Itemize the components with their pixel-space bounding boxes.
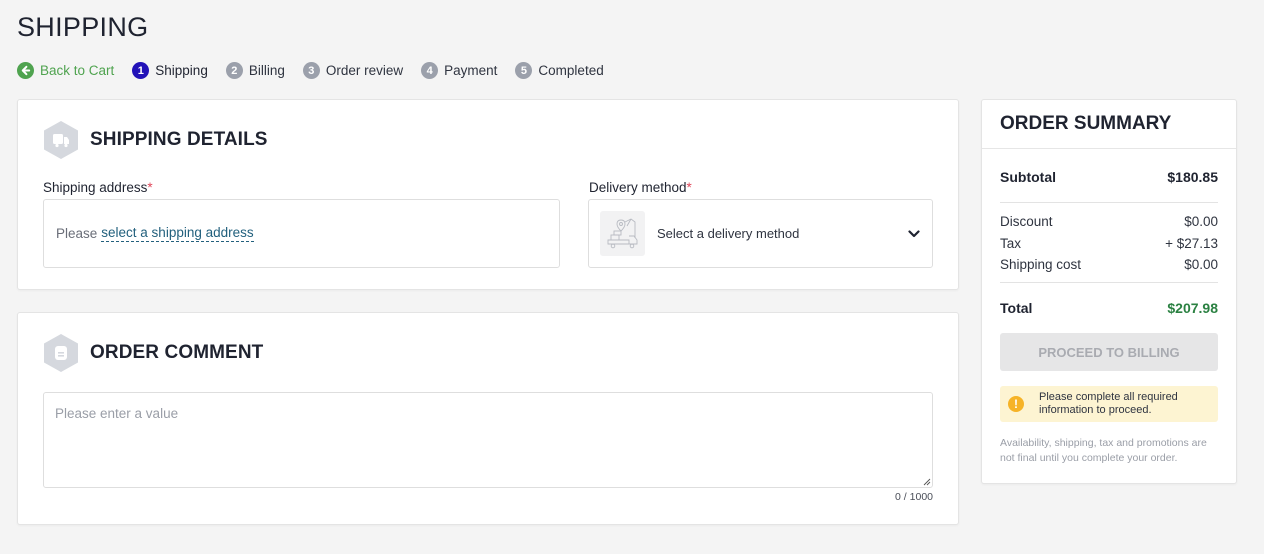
order-summary-card: ORDER SUMMARY Subtotal $180.85 Discount … [981,99,1237,484]
step-label: Back to Cart [40,63,115,78]
chevron-down-icon [908,229,920,238]
delivery-method-select[interactable]: Select a delivery method [588,199,933,268]
step-label: Payment [444,63,498,78]
shipping-cost-label: Shipping cost [1000,257,1082,272]
discount-value: $0.00 [1184,214,1218,229]
select-shipping-address-link[interactable]: select a shipping address [101,225,254,242]
step-completed[interactable]: 5 Completed [515,62,604,79]
tax-row: Tax + $27.13 [1000,236,1218,251]
required-mark: * [147,180,153,195]
step-number: 1 [132,62,150,79]
total-label: Total [1000,300,1033,316]
step-label: Shipping [155,63,208,78]
step-billing[interactable]: 2 Billing [225,62,285,79]
shipping-address-label-text: Shipping address [43,180,148,195]
subtotal-row: Subtotal $180.85 [1000,169,1218,185]
arrow-left-icon [17,62,34,79]
document-icon [44,334,78,372]
shipping-address-field: Please select a shipping address [43,199,560,268]
page-title: SHIPPING [17,12,149,42]
divider [1000,282,1218,283]
shipping-cost-row: Shipping cost $0.00 [1000,257,1218,272]
delivery-map-icon [600,211,645,256]
comment-placeholder: Please enter a value [55,406,179,421]
delivery-method-label-text: Delivery method [589,180,687,195]
subtotal-label: Subtotal [1000,169,1056,185]
step-number: 3 [302,62,320,79]
shipping-details-title: SHIPPING DETAILS [90,129,268,150]
shipping-cost-value: $0.00 [1184,257,1218,272]
step-order-review[interactable]: 3 Order review [302,62,404,79]
step-number: 2 [225,62,243,79]
delivery-method-label: Delivery method* [589,180,692,195]
warning-icon: ! [1008,396,1024,412]
required-info-alert: ! Please complete all required informati… [1000,386,1218,422]
step-label: Billing [248,63,285,78]
discount-label: Discount [1000,214,1053,229]
order-comment-textarea[interactable]: Please enter a value [43,392,933,488]
step-shipping[interactable]: 1 Shipping [132,62,208,79]
address-prefix: Please [56,226,98,241]
step-back-to-cart[interactable]: Back to Cart [17,62,114,79]
order-comment-title: ORDER COMMENT [90,342,264,363]
total-row: Total $207.98 [1000,300,1218,316]
checkout-steps: Back to Cart 1 Shipping 2 Billing 3 Orde… [17,62,622,79]
character-counter: 0 / 1000 [895,491,933,503]
step-number: 4 [421,62,439,79]
divider [982,148,1236,149]
truck-icon [44,121,78,159]
step-number: 5 [515,62,533,79]
step-payment[interactable]: 4 Payment [421,62,497,79]
total-value: $207.98 [1167,300,1218,316]
tax-value: + $27.13 [1165,236,1218,251]
order-comment-card: ORDER COMMENT Please enter a value 0 / 1… [17,312,959,525]
order-summary-title: ORDER SUMMARY [1000,113,1172,134]
delivery-method-value: Select a delivery method [657,226,800,241]
step-label: Completed [538,63,604,78]
shipping-details-card: SHIPPING DETAILS Shipping address* Pleas… [17,99,959,290]
required-mark: * [686,180,692,195]
discount-row: Discount $0.00 [1000,214,1218,229]
tax-label: Tax [1000,236,1022,251]
subtotal-value: $180.85 [1167,169,1218,185]
resize-handle-icon[interactable] [922,477,931,486]
alert-message: Please complete all required information… [1039,391,1178,416]
step-label: Order review [325,63,404,78]
divider [1000,202,1218,203]
proceed-to-billing-button[interactable]: PROCEED TO BILLING [1000,333,1218,371]
shipping-address-label: Shipping address* [43,180,153,195]
disclaimer-text: Availability, shipping, tax and promotio… [1000,437,1207,464]
